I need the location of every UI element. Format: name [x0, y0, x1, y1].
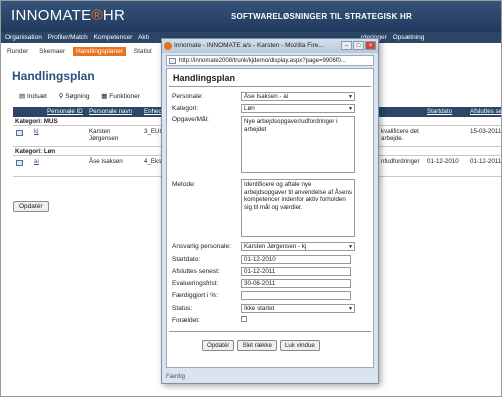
label-faerdig: Færdiggjort i %: [172, 292, 218, 299]
faerdig-input[interactable] [241, 291, 351, 300]
label-kategori: Kategori: [172, 105, 199, 112]
evaluering-input[interactable]: 30-06-2011 [241, 279, 351, 288]
description: kvalificere det [381, 128, 419, 135]
window-controls: – □ × [341, 41, 376, 50]
col-header-start[interactable]: Startdato [427, 108, 452, 115]
form-buttons: Opdatér Slet række Luk vindue [202, 340, 320, 351]
submenu-handlingsplaner[interactable]: Handlingsplaner [72, 47, 126, 56]
submenu-skemaer[interactable]: Skemaer [36, 47, 68, 56]
label-opgave: Opgave/Mål: [172, 116, 209, 123]
delete-row-button[interactable]: Slet række [237, 340, 277, 351]
status-select[interactable]: Ikke startet [241, 304, 355, 313]
form-divider [169, 331, 371, 332]
toolbar: ▤ Indsæt ⚲ Søgning ▦ Funktioner [19, 92, 150, 100]
foraeldet-checkbox[interactable] [241, 316, 247, 322]
personale-select[interactable]: Åse Isaksen - ai [241, 92, 355, 101]
functions-label: Funktioner [109, 93, 140, 100]
update-button[interactable]: Opdatér [13, 201, 49, 212]
col-header-id[interactable]: Personale ID [47, 108, 83, 115]
close-window-button[interactable]: Luk vindue [279, 340, 320, 351]
menu-item-kompetencer[interactable]: Kompetencer [94, 34, 133, 41]
personnel-name: Åse Isaksen [89, 158, 123, 165]
personnel-id-link[interactable]: ai [34, 158, 39, 165]
popup-title: Innomate - INNOMATE a/s - Karsten - Mozi… [174, 42, 324, 49]
description-2: arbejde. [381, 135, 404, 142]
label-metode: Metode: [172, 181, 196, 188]
label-status: Status: [172, 305, 193, 312]
url-bar[interactable]: http://innomate2008/trunk/kjdemo/display… [166, 55, 374, 66]
menu-item-organisation[interactable]: Organisation [5, 34, 42, 41]
maximize-icon[interactable]: □ [353, 41, 364, 50]
form-heading: Handlingsplan [169, 69, 371, 87]
metode-textarea[interactable]: Identificere og aftale nye arbejdsopgave… [241, 179, 355, 237]
label-ansvarlig: Ansvarlig personale: [172, 243, 231, 250]
kategori-select[interactable]: Løn [241, 104, 355, 113]
search-button[interactable]: ⚲ Søgning [59, 93, 90, 100]
personnel-surname: Jørgensen [89, 135, 119, 142]
search-icon: ⚲ [58, 93, 64, 100]
col-header-end[interactable]: Afsluttes se [470, 108, 502, 115]
url-text: http://innomate2008/trunk/kjdemo/display… [179, 58, 346, 64]
end-date: 15-03-2011 [470, 128, 502, 135]
popup-titlebar: Innomate - INNOMATE a/s - Karsten - Mozi… [162, 39, 378, 53]
label-foraeldet: Forældet: [172, 317, 200, 324]
tagline: SOFTWARELØSNINGER TIL STRATEGISK HR [231, 12, 412, 21]
start-date: 01-12-2010 [427, 158, 459, 165]
ansvarlig-select[interactable]: Karsten Jørgensen - kj [241, 242, 355, 251]
label-startdato: Startdato: [172, 256, 201, 263]
menu-item-opsaetning[interactable]: Opsætning [393, 34, 425, 41]
popup-window: Innomate - INNOMATE a/s - Karsten - Mozi… [161, 38, 379, 384]
page-title: Handlingsplan [12, 69, 95, 83]
col-header-name[interactable]: Personale navn [89, 108, 132, 115]
document-icon: ▤ [19, 93, 26, 100]
end-date: 01-12-2011 [470, 158, 502, 165]
popup-content: Handlingsplan Personale: Åse Isaksen - a… [166, 68, 374, 368]
functions-button[interactable]: ▦ Funktioner [101, 93, 140, 100]
personnel-id-link[interactable]: kj [34, 128, 38, 135]
close-icon[interactable]: × [365, 41, 376, 50]
logo-text-left: INNOMATE [11, 7, 92, 24]
search-label: Søgning [65, 93, 90, 100]
logo-text-right: HR [102, 7, 126, 24]
submenu-runder[interactable]: Runder [4, 47, 31, 56]
opgave-textarea[interactable]: Nye arbejdsopgaver/udfordringer i arbejd… [241, 116, 355, 173]
description: nfudfordringer [381, 158, 420, 165]
popup-update-button[interactable]: Opdatér [202, 340, 235, 351]
label-evaluering: Evalueringsfrist: [172, 280, 219, 287]
firefox-icon [164, 42, 172, 50]
logo-mark: ® [91, 7, 103, 24]
personnel-name: Karsten [89, 128, 111, 135]
header-banner: INNOMATE®HR SOFTWARELØSNINGER TIL STRATE… [1, 1, 501, 32]
grid-icon: ▦ [101, 93, 108, 100]
col-header-unit[interactable]: Enhed [144, 108, 162, 115]
submenu: Runder Skemaer Handlingsplaner Statist [1, 46, 155, 57]
afsluttes-input[interactable]: 01-12-2011 [241, 267, 351, 276]
insert-button[interactable]: ▤ Indsæt [19, 93, 47, 100]
menu-item-profiler[interactable]: Profiler/Match [48, 34, 88, 41]
submenu-statistik[interactable]: Statist [131, 47, 155, 56]
label-personale: Personale: [172, 93, 204, 100]
menu-item-akti[interactable]: Akti [138, 34, 149, 41]
minimize-icon[interactable]: – [341, 41, 352, 50]
logo: INNOMATE®HR [11, 7, 125, 24]
startdato-input[interactable]: 01-12-2010 [241, 255, 351, 264]
page-icon [169, 58, 176, 64]
label-afsluttes: Afsluttes senest: [172, 268, 220, 275]
insert-label: Indsæt [26, 93, 47, 100]
status-bar: Færdig [166, 374, 186, 380]
